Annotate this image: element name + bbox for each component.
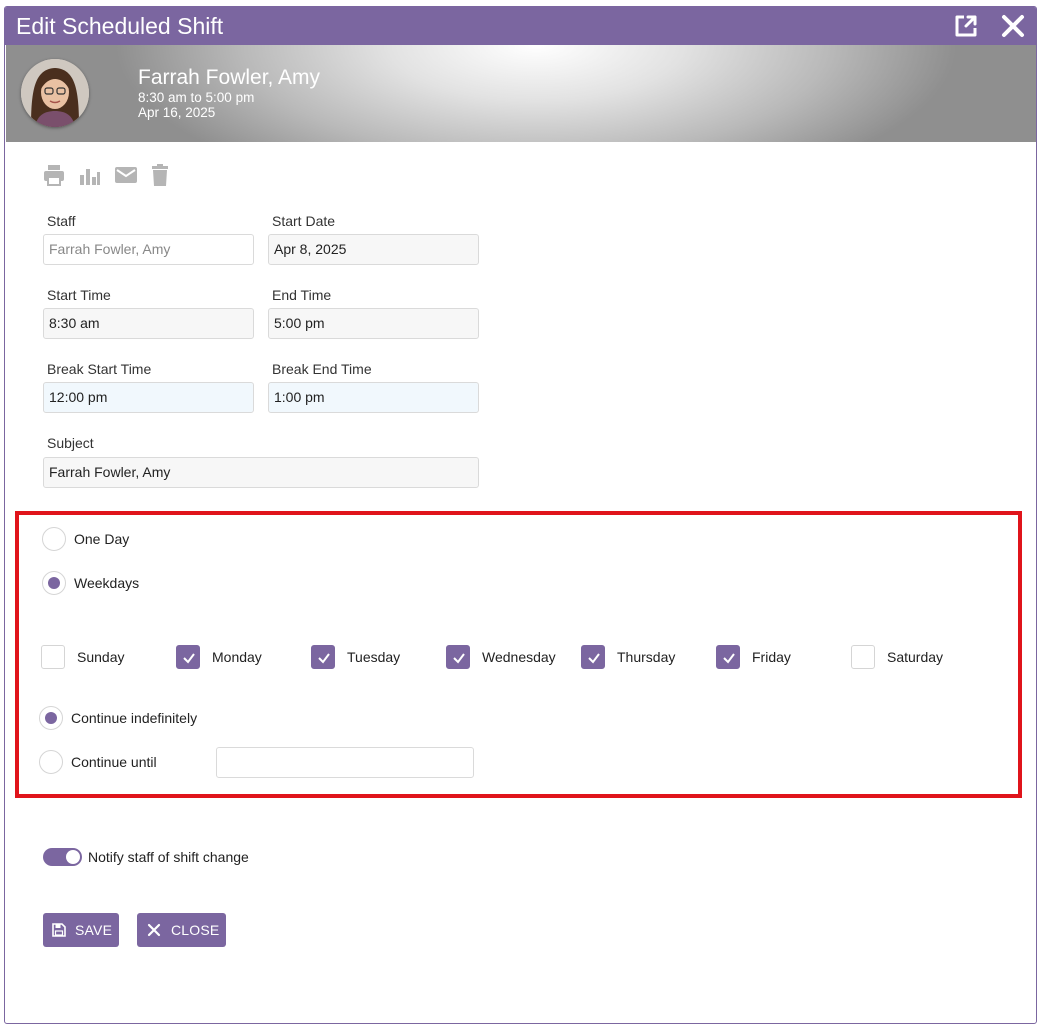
end-time-field[interactable]: 5:00 pm [268,308,479,339]
continue-until-label: Continue until [71,754,157,770]
dialog-title: Edit Scheduled Shift [16,13,224,39]
check-icon [183,653,195,664]
tuesday-label: Tuesday [347,649,401,665]
save-button-label: SAVE [75,922,113,938]
weekdays-radio[interactable] [42,571,66,595]
subject-field[interactable]: Farrah Fowler, Amy [43,457,479,488]
friday-label: Friday [752,649,791,665]
continue-until-date-field[interactable] [216,747,474,778]
chart-icon[interactable] [78,163,102,187]
start-date-label: Start Date [272,213,336,229]
popout-icon[interactable] [952,12,980,40]
break-end-label: Break End Time [272,361,372,377]
banner-date: Apr 16, 2025 [138,105,216,120]
delete-icon[interactable] [148,163,172,187]
close-button[interactable]: CLOSE [137,913,226,947]
avatar [21,59,89,127]
staff-banner: Farrah Fowler, Amy 8:30 am to 5:00 pm Ap… [6,45,1036,142]
wednesday-checkbox[interactable] [446,645,470,669]
sunday-label: Sunday [77,649,125,665]
subject-label: Subject [47,435,94,451]
save-icon [52,923,66,937]
one-day-label: One Day [74,531,130,547]
x-icon [147,923,161,937]
notify-label: Notify staff of shift change [88,849,249,865]
continue-indefinitely-label: Continue indefinitely [71,710,198,726]
monday-label: Monday [212,649,262,665]
notify-toggle[interactable] [43,848,82,866]
friday-checkbox[interactable] [716,645,740,669]
banner-staff-name: Farrah Fowler, Amy [138,66,321,89]
toggle-knob [66,850,80,864]
staff-field[interactable]: Farrah Fowler, Amy [43,234,254,265]
weekdays-label: Weekdays [74,575,140,591]
staff-label: Staff [47,213,76,229]
print-icon[interactable] [42,163,66,187]
wednesday-label: Wednesday [482,649,556,665]
start-date-field[interactable]: Apr 8, 2025 [268,234,479,265]
dialog-titlebar: Edit Scheduled Shift [5,7,1036,45]
tuesday-checkbox[interactable] [311,645,335,669]
end-time-label: End Time [272,287,332,303]
check-icon [588,653,600,664]
thursday-label: Thursday [617,649,676,665]
break-end-field[interactable]: 1:00 pm [268,382,479,413]
continue-until-radio[interactable] [39,750,63,774]
thursday-checkbox[interactable] [581,645,605,669]
check-icon [318,653,330,664]
sunday-checkbox[interactable] [41,645,65,669]
banner-time-range: 8:30 am to 5:00 pm [138,90,255,105]
save-button[interactable]: SAVE [43,913,119,947]
check-icon [453,653,465,664]
one-day-radio[interactable] [42,527,66,551]
monday-checkbox[interactable] [176,645,200,669]
continue-indefinitely-radio[interactable] [39,706,63,730]
break-start-label: Break Start Time [47,361,152,377]
saturday-label: Saturday [887,649,944,665]
close-button-label: CLOSE [171,922,220,938]
saturday-checkbox[interactable] [851,645,875,669]
close-icon[interactable] [999,12,1027,40]
break-start-field[interactable]: 12:00 pm [43,382,254,413]
start-time-field[interactable]: 8:30 am [43,308,254,339]
email-icon[interactable] [114,163,138,187]
check-icon [723,653,735,664]
start-time-label: Start Time [47,287,111,303]
